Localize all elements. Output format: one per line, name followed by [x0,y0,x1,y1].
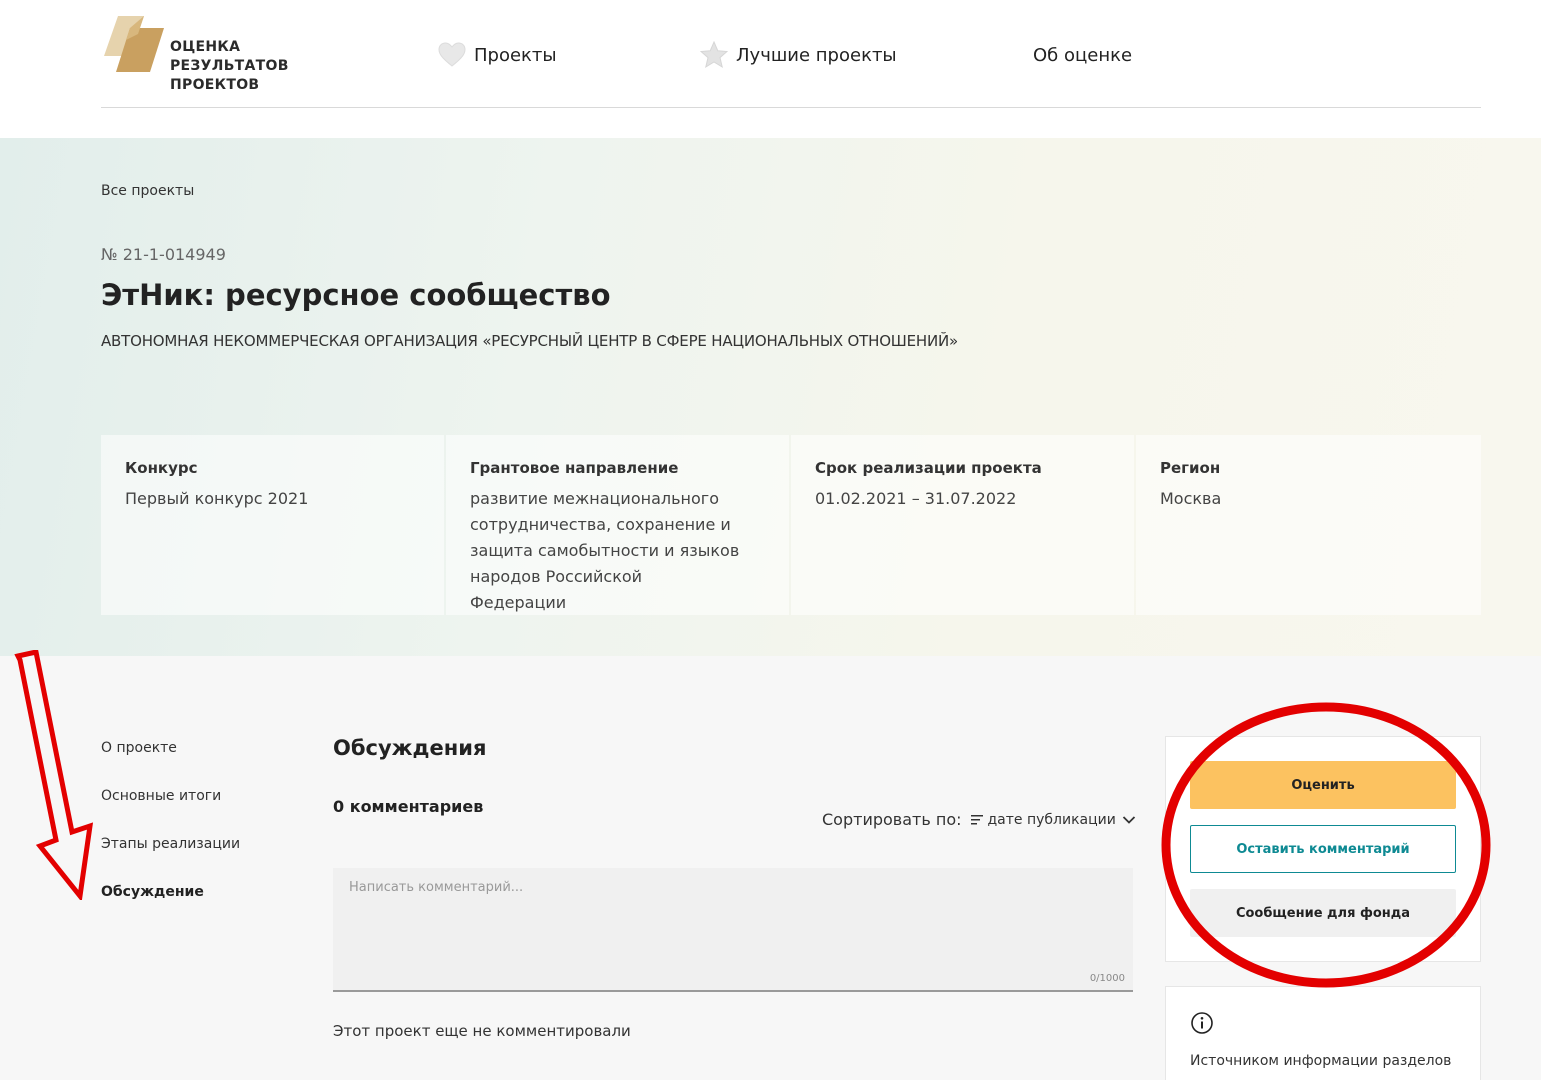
project-organization: АВТОНОМНАЯ НЕКОММЕРЧЕСКАЯ ОРГАНИЗАЦИЯ «Р… [101,332,959,350]
comment-count: 0 комментариев [333,797,484,816]
project-hero: Все проекты № 21-1-014949 ЭтНик: ресурсн… [0,138,1541,656]
logo-mark-icon [104,16,164,72]
info-cell-grant-direction: Грантовое направление развитие межнацион… [446,435,789,615]
sort-label: Сортировать по: [822,810,962,829]
breadcrumb-all-projects[interactable]: Все проекты [101,183,194,199]
project-info-row: Конкурс Первый конкурс 2021 Грантовое на… [101,435,1481,615]
empty-comments-text: Этот проект еще не комментировали [333,1022,631,1040]
section-nav: О проекте Основные итоги Этапы реализаци… [101,740,240,932]
discussion-section: Обсуждения 0 комментариев Сортировать по… [333,736,1135,1040]
chevron-down-icon [1122,815,1135,824]
star-icon [700,41,728,69]
info-value: Первый конкурс 2021 [125,489,309,508]
nav-projects[interactable]: Проекты [438,40,557,70]
nav-about[interactable]: Об оценке [1033,40,1132,70]
nav-best-projects[interactable]: Лучшие проекты [700,40,897,70]
char-counter: 0/1000 [1089,973,1125,984]
project-number: № 21-1-014949 [101,245,226,264]
info-value: 01.02.2021 – 31.07.2022 [815,489,1017,508]
annotation-arrow-icon [14,650,94,900]
annotation-ellipse-icon [1161,702,1491,988]
comment-input[interactable] [333,868,1133,990]
section-nav-stages[interactable]: Этапы реализации [101,836,240,884]
heart-icon [438,42,466,67]
info-label: Конкурс [125,459,198,477]
info-icon [1191,1012,1213,1034]
info-cell-region: Регион Москва [1136,435,1481,615]
nav-about-label: Об оценке [1033,44,1133,66]
info-label: Срок реализации проекта [815,459,1042,477]
discussion-title: Обсуждения [333,736,487,760]
info-panel-text: Источником информации разделов [1190,1053,1452,1069]
nav-best-label: Лучшие проекты [736,44,897,66]
page-title: ЭтНик: ресурсное сообщество [101,278,611,312]
section-nav-about[interactable]: О проекте [101,740,240,788]
sort-lines-icon [970,814,983,824]
info-label: Регион [1160,459,1221,477]
nav-projects-label: Проекты [474,44,557,66]
comment-box: 0/1000 [333,868,1133,992]
info-panel: Источником информации разделов [1165,986,1481,1080]
section-nav-discussion[interactable]: Обсуждение [101,884,240,932]
logo-text: ОЦЕНКА РЕЗУЛЬТАТОВ ПРОЕКТОВ [170,39,289,93]
site-logo[interactable]: ОЦЕНКА РЕЗУЛЬТАТОВ ПРОЕКТОВ [104,16,304,96]
sort-value: дате публикации [987,811,1116,828]
info-value: Москва [1160,489,1222,508]
header-divider [101,107,1481,108]
info-cell-contest: Конкурс Первый конкурс 2021 [101,435,444,615]
info-value: развитие межнационального сотрудничества… [470,489,740,612]
section-nav-results[interactable]: Основные итоги [101,788,240,836]
info-cell-period: Срок реализации проекта 01.02.2021 – 31.… [791,435,1134,615]
site-header: ОЦЕНКА РЕЗУЛЬТАТОВ ПРОЕКТОВ Проекты Лучш… [0,0,1541,138]
info-label: Грантовое направление [470,459,679,477]
sort-dropdown[interactable]: Сортировать по: дате публикации [822,810,1136,829]
